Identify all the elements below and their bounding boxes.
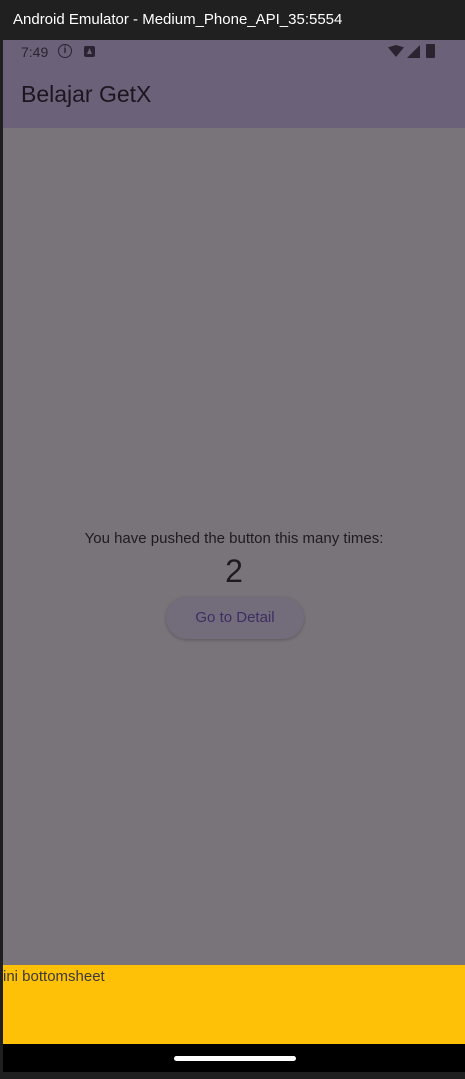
emulator-window: Android Emulator - Medium_Phone_API_35:5… <box>0 0 465 1079</box>
info-icon: i <box>58 44 72 58</box>
window-title: Android Emulator - Medium_Phone_API_35:5… <box>0 0 465 40</box>
counter-value: 2 <box>225 553 243 589</box>
battery-icon <box>426 44 435 58</box>
gesture-handle[interactable] <box>174 1056 296 1061</box>
bottom-sheet-text: ini bottomsheet <box>3 968 105 985</box>
navigation-bar <box>3 1044 465 1072</box>
scrim-overlay[interactable]: You have pushed the button this many tim… <box>3 128 465 965</box>
app-bar: Belajar GetX <box>3 66 465 128</box>
wifi-icon <box>388 45 404 57</box>
signal-icon <box>407 45 420 58</box>
status-time: 7:49 <box>21 44 49 60</box>
counter-label: You have pushed the button this many tim… <box>84 530 384 547</box>
go-to-detail-button[interactable]: Go to Detail <box>166 597 304 639</box>
app-notification-icon <box>84 46 95 57</box>
app-bar-title: Belajar GetX <box>21 81 152 107</box>
device-screen: 7:49 i Belajar GetX You have pushed the … <box>3 40 465 1072</box>
bottom-sheet[interactable]: ini bottomsheet <box>3 965 465 1044</box>
status-bar: 7:49 i <box>3 40 465 66</box>
